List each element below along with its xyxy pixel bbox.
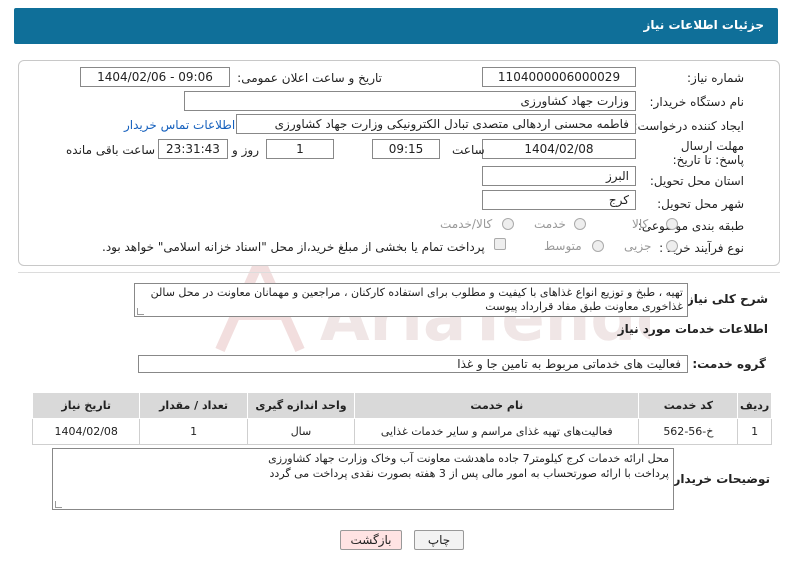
- col-header-row-number: ردیف: [737, 392, 772, 419]
- general-desc-text: تهیه ، طبخ و توزیع انواع غذاهای با کیفیت…: [150, 286, 683, 313]
- process-medium-label: متوسط: [544, 239, 582, 253]
- category-service-radio[interactable]: [574, 218, 586, 230]
- page-header: جزئیات اطلاعات نیاز: [14, 8, 778, 44]
- general-desc-textarea[interactable]: تهیه ، طبخ و توزیع انواع غذاهای با کیفیت…: [134, 283, 688, 317]
- service-group-field: فعالیت های خدماتی مربوط به تامین جا و غذ…: [138, 355, 688, 373]
- cell-quantity: 1: [139, 418, 248, 445]
- cell-unit: سال: [246, 418, 356, 445]
- process-partial-radio[interactable]: [666, 240, 678, 252]
- deadline-label: مهلت ارسال پاسخ: تا تاریخ:: [672, 139, 744, 167]
- announce-datetime-field: 1404/02/06 - 09:06: [80, 67, 230, 87]
- services-info-heading: اطلاعات خدمات مورد نیاز: [617, 322, 768, 336]
- resize-grip-icon[interactable]: [55, 501, 62, 508]
- services-table: ردیف کد خدمت نام خدمت واحد اندازه گیری ت…: [31, 392, 772, 445]
- requester-label: ایجاد کننده درخواست:: [633, 119, 744, 133]
- announce-datetime-label: تاریخ و ساعت اعلان عمومی:: [237, 71, 382, 85]
- treasury-payment-note: پرداخت تمام یا بخشی از مبلغ خرید،از محل …: [102, 240, 485, 254]
- province-label: استان محل تحویل:: [649, 174, 744, 188]
- col-header-service-name: نام خدمت: [354, 392, 640, 419]
- remaining-hours-label: ساعت باقی مانده: [66, 143, 156, 157]
- cell-service-code: خ-56-562: [638, 418, 739, 445]
- process-medium-radio[interactable]: [592, 240, 604, 252]
- buyer-contact-link[interactable]: اطلاعات تماس خریدار: [124, 118, 235, 132]
- city-field: کرج: [482, 190, 636, 210]
- print-button[interactable]: چاپ: [414, 530, 464, 550]
- buyer-notes-line-2: پرداخت با ارائه صورتحساب به امور مالی پس…: [269, 467, 669, 480]
- need-number-label: شماره نیاز:: [687, 71, 744, 85]
- table-row: 1 خ-56-562 فعالیت‌های تهیه غذای مراسم و …: [31, 418, 772, 445]
- province-field: البرز: [482, 166, 636, 186]
- category-goods-service-radio[interactable]: [502, 218, 514, 230]
- section-divider: [18, 272, 780, 273]
- buyer-org-field: وزارت جهاد کشاورزی: [184, 91, 636, 111]
- cell-need-date: 1404/02/08: [31, 418, 141, 445]
- deadline-time-label: ساعت: [452, 143, 485, 157]
- need-number-field: 1104000006000029: [482, 67, 636, 87]
- requester-field: فاطمه محسنی اردهالی متصدی تبادل الکترونی…: [236, 114, 636, 134]
- col-header-need-date: تاریخ نیاز: [31, 392, 141, 419]
- day-and-label: روز و: [232, 143, 259, 157]
- col-header-unit: واحد اندازه گیری: [246, 392, 356, 419]
- buyer-notes-line-1: محل ارائه خدمات کرج کیلومتر7 جاده ماهدشت…: [268, 452, 669, 465]
- general-desc-label: شرح کلی نیاز:: [682, 292, 768, 306]
- col-header-quantity: تعداد / مقدار: [139, 392, 248, 419]
- days-remaining-field: 1: [266, 139, 334, 159]
- treasury-payment-checkbox[interactable]: [494, 238, 506, 250]
- cell-row-number: 1: [737, 418, 772, 445]
- deadline-date-field: 1404/02/08: [482, 139, 636, 159]
- buyer-notes-textarea[interactable]: محل ارائه خدمات کرج کیلومتر7 جاده ماهدشت…: [52, 448, 674, 510]
- back-button[interactable]: بازگشت: [340, 530, 402, 550]
- resize-grip-icon[interactable]: [137, 308, 144, 315]
- page-title: جزئیات اطلاعات نیاز: [643, 18, 764, 32]
- category-label: طبقه بندی موضوعی:: [637, 219, 744, 233]
- service-group-label: گروه خدمت:: [692, 357, 766, 371]
- category-goods-radio[interactable]: [666, 218, 678, 230]
- category-goods-label: کالا: [632, 217, 649, 231]
- process-partial-label: جزیی: [624, 239, 652, 253]
- remaining-time-field: 23:31:43: [158, 139, 228, 159]
- city-label: شهر محل تحویل:: [657, 197, 744, 211]
- cell-service-name: فعالیت‌های تهیه غذای مراسم و سایر خدمات …: [354, 418, 640, 445]
- category-service-label: خدمت: [534, 217, 566, 231]
- buyer-notes-label: توضیحات خریدار:: [668, 472, 770, 486]
- category-goods-service-label: کالا/خدمت: [440, 217, 493, 231]
- buyer-org-label: نام دستگاه خریدار:: [649, 95, 745, 109]
- deadline-time-field: 09:15: [372, 139, 440, 159]
- col-header-service-code: کد خدمت: [638, 392, 739, 419]
